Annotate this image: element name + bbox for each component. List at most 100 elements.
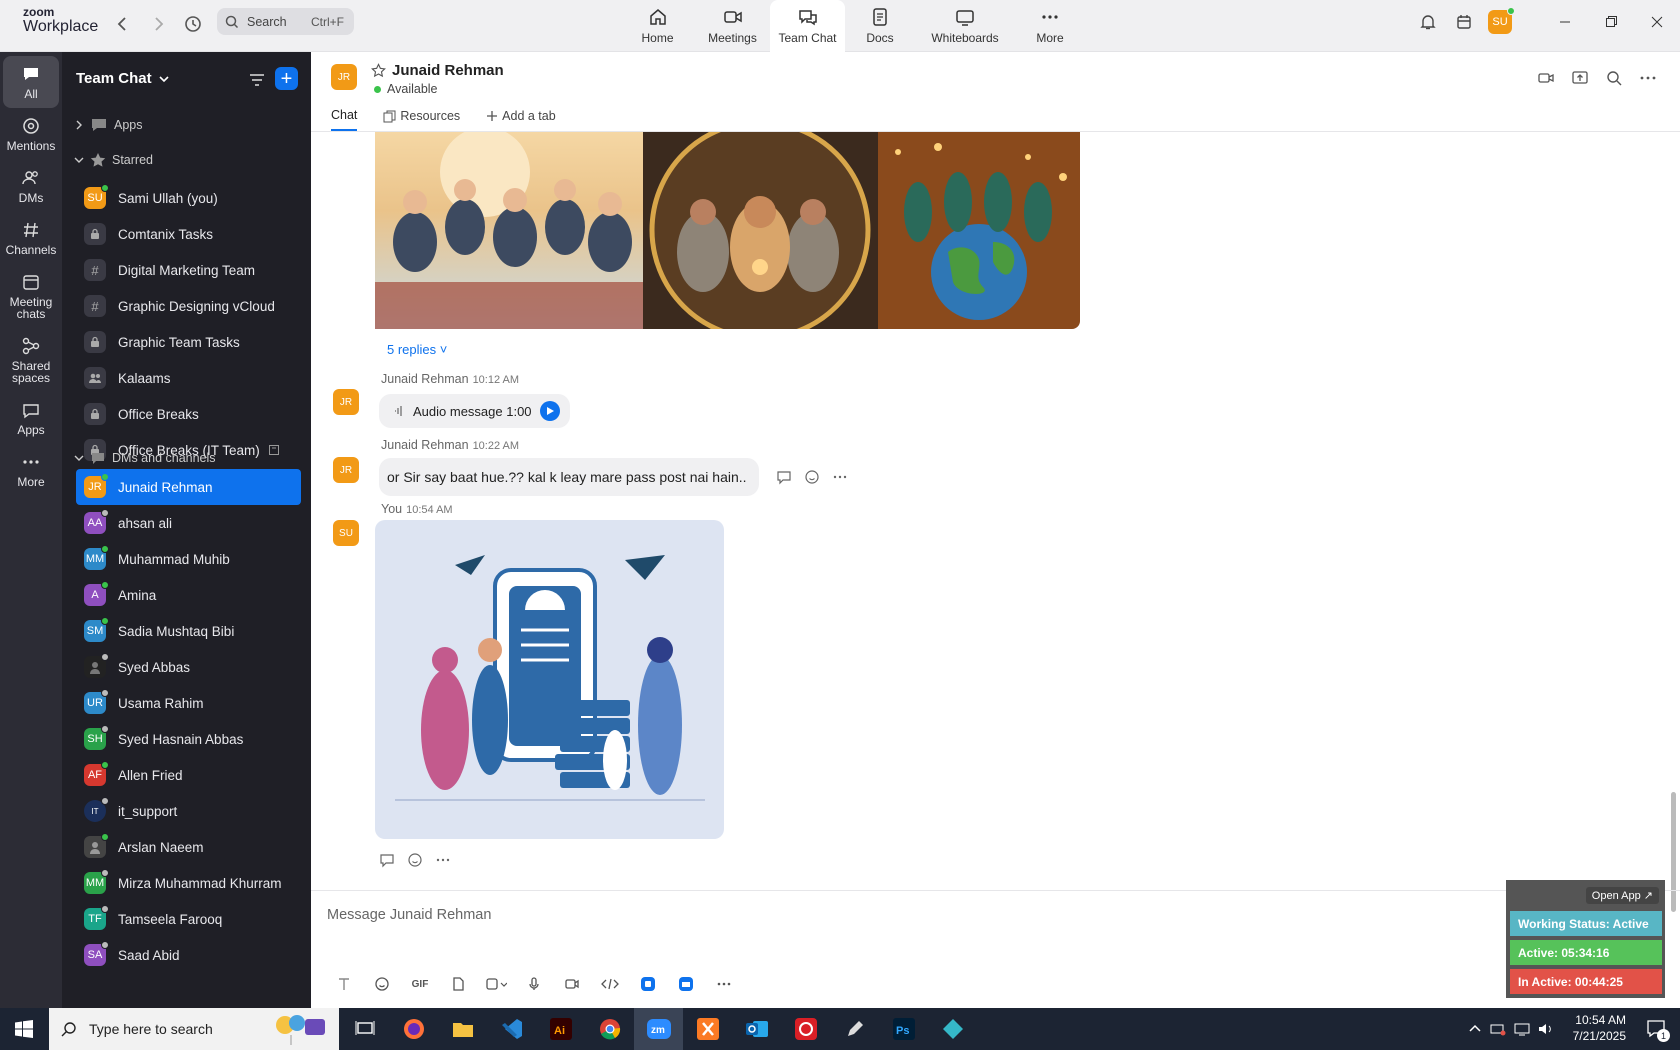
rail-apps[interactable]: Apps — [0, 392, 62, 444]
illustrator-icon[interactable]: Ai — [536, 1008, 585, 1050]
message-avatar[interactable]: SU — [333, 520, 359, 546]
replies-link[interactable]: 5 replies ˅ — [387, 342, 447, 357]
sidebar-item-allen-fried[interactable]: AF Allen Fried — [76, 757, 301, 793]
gif-icon[interactable]: GIF — [401, 979, 439, 990]
section-dms[interactable]: DMs and channels — [74, 450, 216, 466]
rail-shared-spaces[interactable]: Shared spaces — [0, 328, 62, 392]
text-format-icon[interactable] — [325, 976, 363, 992]
audio-message[interactable]: Audio message 1:00 — [379, 394, 570, 428]
bell-icon[interactable] — [1410, 4, 1446, 40]
app-diamond-icon[interactable] — [928, 1008, 977, 1050]
tab-whiteboards[interactable]: Whiteboards — [915, 0, 1015, 52]
sidebar-item-graphic-team-tasks[interactable]: Graphic Team Tasks — [76, 324, 301, 360]
share-screen-icon[interactable] — [1568, 66, 1592, 90]
firefox-icon[interactable] — [389, 1008, 438, 1050]
section-apps[interactable]: Apps — [74, 116, 143, 134]
rail-dms[interactable]: DMs — [0, 160, 62, 212]
microphone-icon[interactable] — [515, 976, 553, 992]
sidebar-item-syed-hasnain-abbas[interactable]: SH Syed Hasnain Abbas — [76, 721, 301, 757]
sidebar-item-tamseela-farooq[interactable]: TF Tamseela Farooq — [76, 901, 301, 937]
video-message-icon[interactable] — [553, 976, 591, 992]
sidebar-item-usama-rahim[interactable]: UR Usama Rahim — [76, 685, 301, 721]
app-icon-1[interactable] — [629, 976, 667, 992]
rail-meeting-chats[interactable]: Meeting chats — [0, 264, 62, 328]
open-app-button[interactable]: Open App ↗ — [1585, 887, 1659, 904]
forward-icon[interactable] — [147, 13, 169, 35]
tab-resources[interactable]: Resources — [383, 108, 460, 131]
sidebar-item-amina[interactable]: A Amina — [76, 577, 301, 613]
search-icon[interactable] — [1602, 66, 1626, 90]
vscode-icon[interactable] — [487, 1008, 536, 1050]
creative-cloud-icon[interactable] — [781, 1008, 830, 1050]
outlook-icon[interactable] — [732, 1008, 781, 1050]
battery-icon[interactable] — [1490, 1022, 1506, 1036]
tab-team-chat[interactable]: Team Chat — [770, 0, 845, 52]
sidebar-item-it-support[interactable]: IT it_support — [76, 793, 301, 829]
search-input[interactable]: Search Ctrl+F — [217, 8, 354, 35]
history-icon[interactable] — [182, 13, 204, 35]
volume-icon[interactable] — [1538, 1022, 1554, 1036]
emoji-icon[interactable] — [407, 852, 423, 868]
video-call-icon[interactable] — [1534, 66, 1558, 90]
taskbar-search-input[interactable]: Type here to search — [49, 1008, 339, 1050]
section-starred[interactable]: Starred — [74, 152, 153, 168]
sidebar-item-comtanix-tasks[interactable]: Comtanix Tasks — [76, 216, 301, 252]
task-view-icon[interactable] — [340, 1008, 389, 1050]
screenshot-icon[interactable] — [477, 976, 515, 992]
sidebar-item-sadia-mushtaq[interactable]: SM Sadia Mushtaq Bibi — [76, 613, 301, 649]
rail-more[interactable]: More — [0, 444, 62, 496]
taskbar-clock[interactable]: 10:54 AM 7/21/2025 — [1573, 1012, 1626, 1044]
new-chat-button[interactable]: + — [275, 67, 298, 90]
sidebar-item-graphic-designing[interactable]: # Graphic Designing vCloud — [76, 288, 301, 324]
shared-image-women-phones[interactable] — [643, 132, 878, 329]
message-composer[interactable]: Message Junaid Rehman GIF — [311, 890, 1680, 1008]
tab-add[interactable]: Add a tab — [486, 108, 556, 131]
rail-channels[interactable]: Channels — [0, 212, 62, 264]
message-avatar[interactable]: JR — [333, 389, 359, 415]
shared-image-library-illustration[interactable] — [375, 520, 724, 839]
sidebar-title-dropdown[interactable]: Team Chat — [76, 70, 170, 87]
file-explorer-icon[interactable] — [438, 1008, 487, 1050]
sidebar-item-muhammad-muhib[interactable]: MM Muhammad Muhib — [76, 541, 301, 577]
tab-docs[interactable]: Docs — [845, 0, 915, 52]
minimize-icon[interactable] — [1542, 0, 1588, 44]
sidebar-item-arslan-naeem[interactable]: Arslan Naeem — [76, 829, 301, 865]
windows-start-icon[interactable] — [0, 1008, 48, 1050]
filter-icon[interactable] — [247, 70, 267, 90]
emoji-icon[interactable] — [804, 469, 820, 485]
chrome-icon[interactable] — [585, 1008, 634, 1050]
rail-all[interactable]: All — [3, 56, 59, 108]
shared-image-people-phones[interactable] — [375, 132, 643, 329]
more-icon[interactable] — [705, 976, 743, 992]
zoom-app-icon[interactable]: zm — [634, 1008, 683, 1050]
more-icon[interactable] — [832, 469, 848, 485]
star-icon[interactable] — [371, 63, 386, 78]
emoji-icon[interactable] — [363, 976, 401, 992]
reply-icon[interactable] — [379, 852, 395, 868]
sidebar-item-junaid-rehman[interactable]: JR Junaid Rehman — [76, 469, 301, 505]
sidebar-item-syed-abbas[interactable]: Syed Abbas — [76, 649, 301, 685]
tab-home[interactable]: Home — [620, 0, 695, 52]
more-icon[interactable] — [435, 852, 451, 868]
close-icon[interactable] — [1634, 0, 1680, 44]
message-avatar[interactable]: JR — [333, 457, 359, 483]
sidebar-item-digital-marketing[interactable]: # Digital Marketing Team — [76, 252, 301, 288]
contact-avatar[interactable]: JR — [331, 64, 357, 90]
sidebar-item-saad-abid[interactable]: SA Saad Abid — [76, 937, 301, 973]
back-icon[interactable] — [112, 13, 134, 35]
file-icon[interactable] — [439, 976, 477, 992]
xampp-icon[interactable] — [683, 1008, 732, 1050]
play-icon[interactable] — [539, 401, 560, 421]
chevron-up-icon[interactable] — [1468, 1022, 1482, 1036]
network-icon[interactable] — [1514, 1022, 1530, 1036]
shared-image-globe[interactable] — [878, 132, 1080, 329]
sidebar-item-office-breaks[interactable]: Office Breaks — [76, 396, 301, 432]
notifications-icon[interactable]: 1 — [1646, 1018, 1670, 1042]
sidebar-item-ahsan-ali[interactable]: AA ahsan ali — [76, 505, 301, 541]
sidebar-item-mirza-khurram[interactable]: MM Mirza Muhammad Khurram — [76, 865, 301, 901]
profile-avatar-button[interactable]: SU — [1482, 4, 1518, 40]
sidebar-item-sami-ullah[interactable]: SU Sami Ullah (you) — [76, 180, 301, 216]
more-options-icon[interactable] — [1636, 66, 1660, 90]
pen-tool-icon[interactable] — [830, 1008, 879, 1050]
photoshop-icon[interactable]: Ps — [879, 1008, 928, 1050]
